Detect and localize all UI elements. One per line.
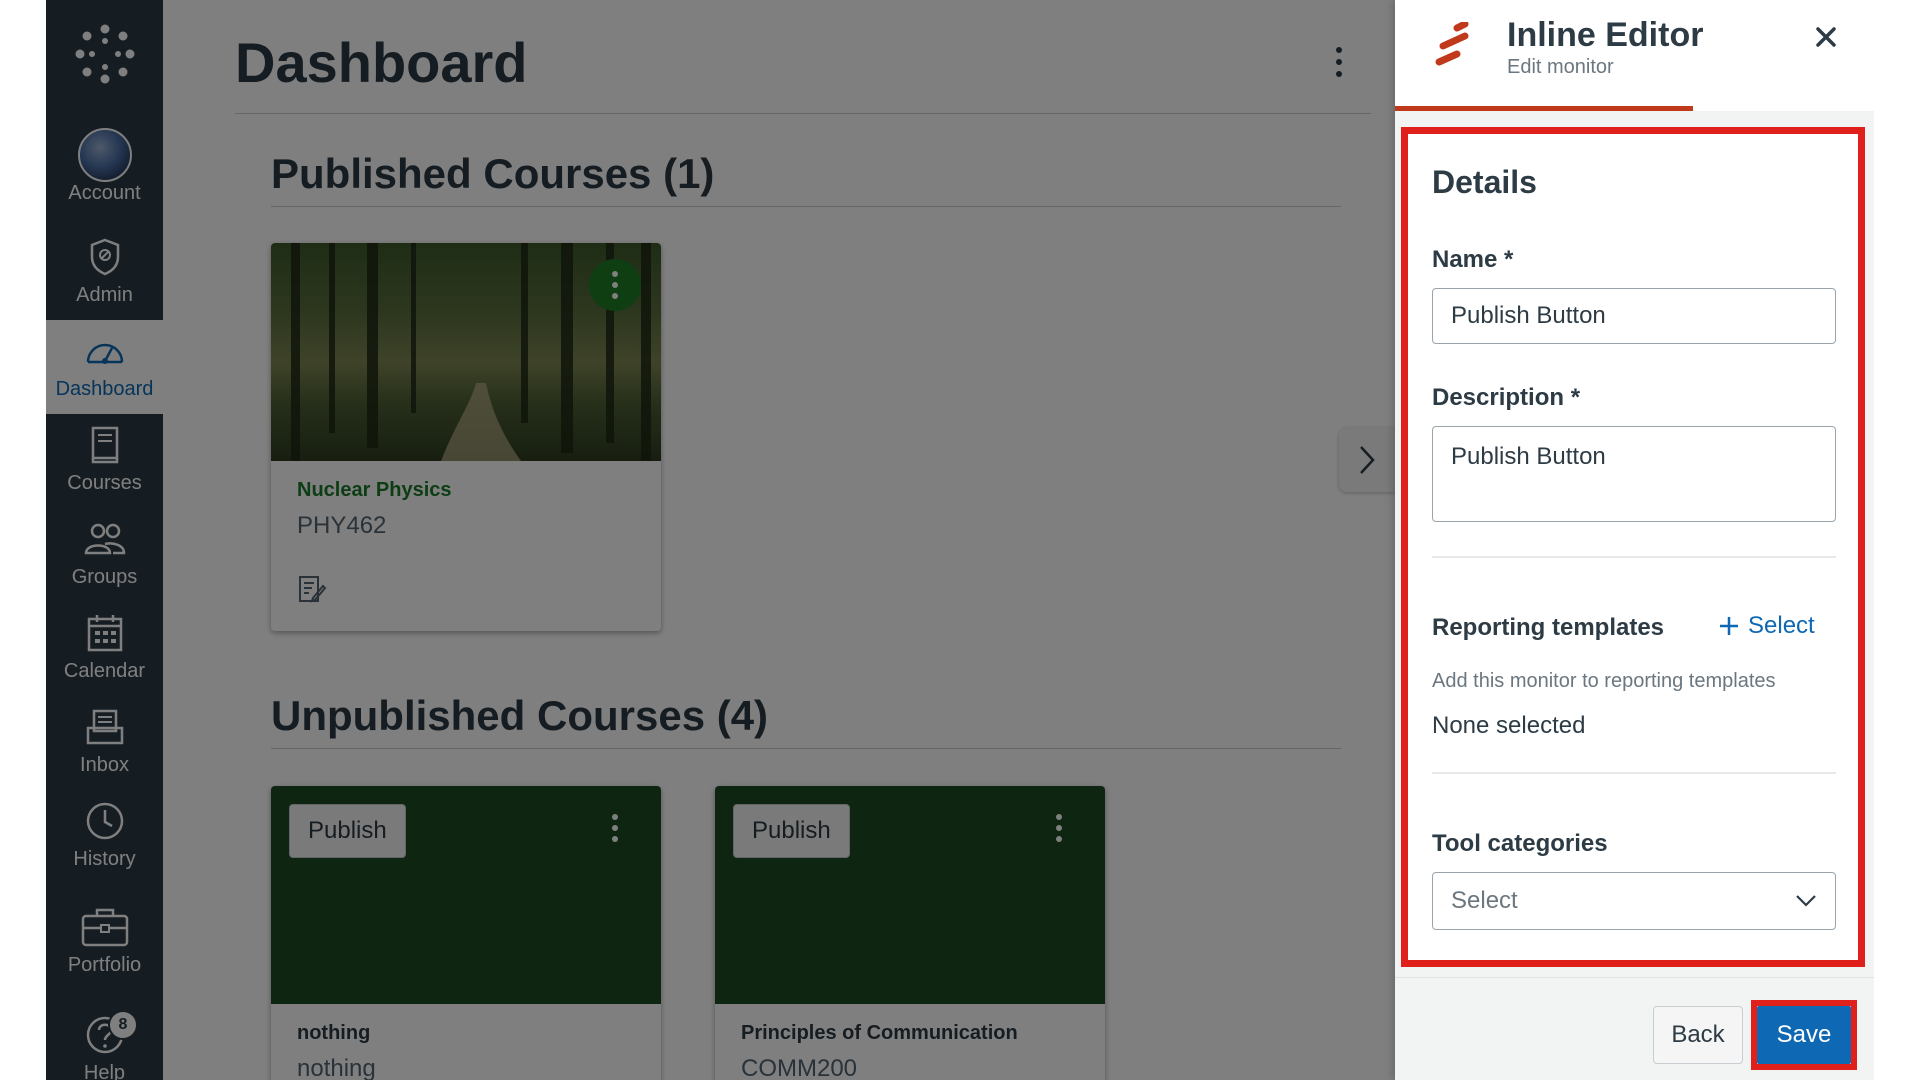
canvas-logo-icon[interactable] bbox=[46, 14, 163, 94]
select-templates-label: Select bbox=[1748, 612, 1815, 639]
nav-item-help[interactable]: 8 Help bbox=[46, 1004, 163, 1080]
briefcase-icon bbox=[80, 902, 130, 952]
section-divider bbox=[271, 206, 1341, 207]
reporting-helper-text: Add this monitor to reporting templates bbox=[1432, 670, 1776, 692]
course-code: COMM200 bbox=[741, 1055, 858, 1080]
nav-item-admin[interactable]: Admin bbox=[46, 226, 163, 320]
nav-item-label: Calendar bbox=[63, 660, 146, 682]
dashboard-main: Dashboard Published Courses (1) Nuclear … bbox=[163, 0, 1395, 1080]
carousel-next-icon[interactable] bbox=[1339, 428, 1395, 492]
select-templates-button[interactable]: Select bbox=[1718, 612, 1815, 640]
groups-icon bbox=[83, 514, 127, 564]
course-code: nothing bbox=[297, 1055, 376, 1080]
section-divider bbox=[1432, 772, 1836, 774]
course-card[interactable]: Publish Principles of Communication COMM… bbox=[715, 786, 1105, 1080]
assignments-icon[interactable] bbox=[297, 574, 635, 609]
course-card[interactable]: Publish nothing nothing bbox=[271, 786, 661, 1080]
save-button-highlight: Save bbox=[1751, 1000, 1857, 1070]
nav-item-calendar[interactable]: Calendar bbox=[46, 602, 163, 696]
nav-item-label: Account bbox=[68, 182, 141, 204]
nav-item-label: Courses bbox=[67, 472, 142, 494]
section-divider bbox=[1432, 556, 1836, 558]
course-card-image: Publish bbox=[271, 786, 661, 1004]
publish-button[interactable]: Publish bbox=[289, 804, 406, 858]
nav-item-label: History bbox=[73, 848, 136, 870]
save-button[interactable]: Save bbox=[1757, 1006, 1851, 1064]
inline-editor-panel: Inline Editor Edit monitor Details Name … bbox=[1395, 0, 1874, 1080]
chevron-down-icon bbox=[1796, 895, 1816, 907]
title-divider bbox=[235, 113, 1371, 114]
published-courses-heading: Published Courses (1) bbox=[271, 150, 715, 197]
panel-subtitle: Edit monitor bbox=[1507, 56, 1614, 78]
nav-item-label: Admin bbox=[76, 284, 133, 306]
dashboard-icon bbox=[84, 326, 126, 376]
tool-categories-label: Tool categories bbox=[1432, 830, 1608, 857]
description-input[interactable]: Publish Button bbox=[1432, 426, 1836, 522]
nav-item-account[interactable]: Account bbox=[46, 124, 163, 218]
panel-title: Inline Editor bbox=[1507, 16, 1704, 54]
course-name[interactable]: Nuclear Physics bbox=[297, 479, 635, 502]
nav-item-label: Help bbox=[83, 1062, 126, 1080]
page-title: Dashboard bbox=[235, 31, 528, 94]
details-section: Details Name * Description * Publish But… bbox=[1401, 127, 1865, 967]
nav-item-label: Inbox bbox=[80, 754, 129, 776]
nav-item-history[interactable]: History bbox=[46, 790, 163, 884]
description-label: Description * bbox=[1432, 384, 1581, 411]
plus-icon bbox=[1720, 617, 1738, 635]
course-name[interactable]: nothing bbox=[297, 1022, 635, 1045]
close-icon[interactable] bbox=[1809, 20, 1843, 54]
course-name[interactable]: Principles of Communication bbox=[741, 1022, 1079, 1045]
name-input[interactable] bbox=[1432, 288, 1836, 344]
nav-item-label: Portfolio bbox=[67, 954, 142, 976]
nav-item-courses[interactable]: Courses bbox=[46, 414, 163, 508]
tool-categories-placeholder: Select bbox=[1451, 887, 1518, 914]
notification-badge: 8 bbox=[108, 1010, 138, 1040]
name-label: Name * bbox=[1432, 246, 1514, 273]
panel-footer: Back Save bbox=[1395, 977, 1874, 1080]
course-options-icon[interactable] bbox=[1033, 802, 1085, 854]
course-options-icon[interactable] bbox=[589, 802, 641, 854]
screen: Account Admin Dashboard Courses Groups C… bbox=[0, 0, 1920, 1080]
dashboard-options-icon[interactable] bbox=[1329, 44, 1349, 80]
panel-header: Inline Editor Edit monitor bbox=[1395, 0, 1874, 111]
course-card-image bbox=[271, 243, 661, 461]
left-margin bbox=[0, 0, 46, 1080]
tool-categories-select[interactable]: Select bbox=[1432, 872, 1836, 930]
shield-icon bbox=[87, 232, 123, 282]
brand-logo-icon bbox=[1431, 20, 1481, 72]
avatar bbox=[77, 128, 132, 182]
panel-body: Details Name * Description * Publish But… bbox=[1395, 111, 1874, 977]
inbox-icon bbox=[85, 702, 125, 752]
section-divider bbox=[271, 748, 1341, 749]
nav-item-portfolio[interactable]: Portfolio bbox=[46, 896, 163, 990]
details-heading: Details bbox=[1432, 164, 1537, 200]
calendar-icon bbox=[86, 608, 124, 658]
course-options-icon[interactable] bbox=[589, 259, 641, 311]
nav-item-inbox[interactable]: Inbox bbox=[46, 696, 163, 790]
book-icon bbox=[88, 420, 122, 470]
nav-item-label: Groups bbox=[71, 566, 138, 588]
reporting-templates-label: Reporting templates bbox=[1432, 614, 1665, 641]
unpublished-courses-heading: Unpublished Courses (4) bbox=[271, 692, 769, 739]
course-card-image: Publish bbox=[715, 786, 1105, 1004]
global-nav: Account Admin Dashboard Courses Groups C… bbox=[46, 0, 163, 1080]
clock-icon bbox=[85, 796, 125, 846]
nav-item-label: Dashboard bbox=[55, 378, 154, 400]
course-code: PHY462 bbox=[297, 512, 387, 539]
nav-item-groups[interactable]: Groups bbox=[46, 508, 163, 602]
back-button[interactable]: Back bbox=[1653, 1006, 1743, 1064]
right-margin bbox=[1874, 0, 1920, 1080]
nav-item-dashboard[interactable]: Dashboard bbox=[46, 320, 163, 414]
publish-button[interactable]: Publish bbox=[733, 804, 850, 858]
reporting-selected-value: None selected bbox=[1432, 712, 1586, 739]
course-card[interactable]: Nuclear Physics PHY462 bbox=[271, 243, 661, 631]
